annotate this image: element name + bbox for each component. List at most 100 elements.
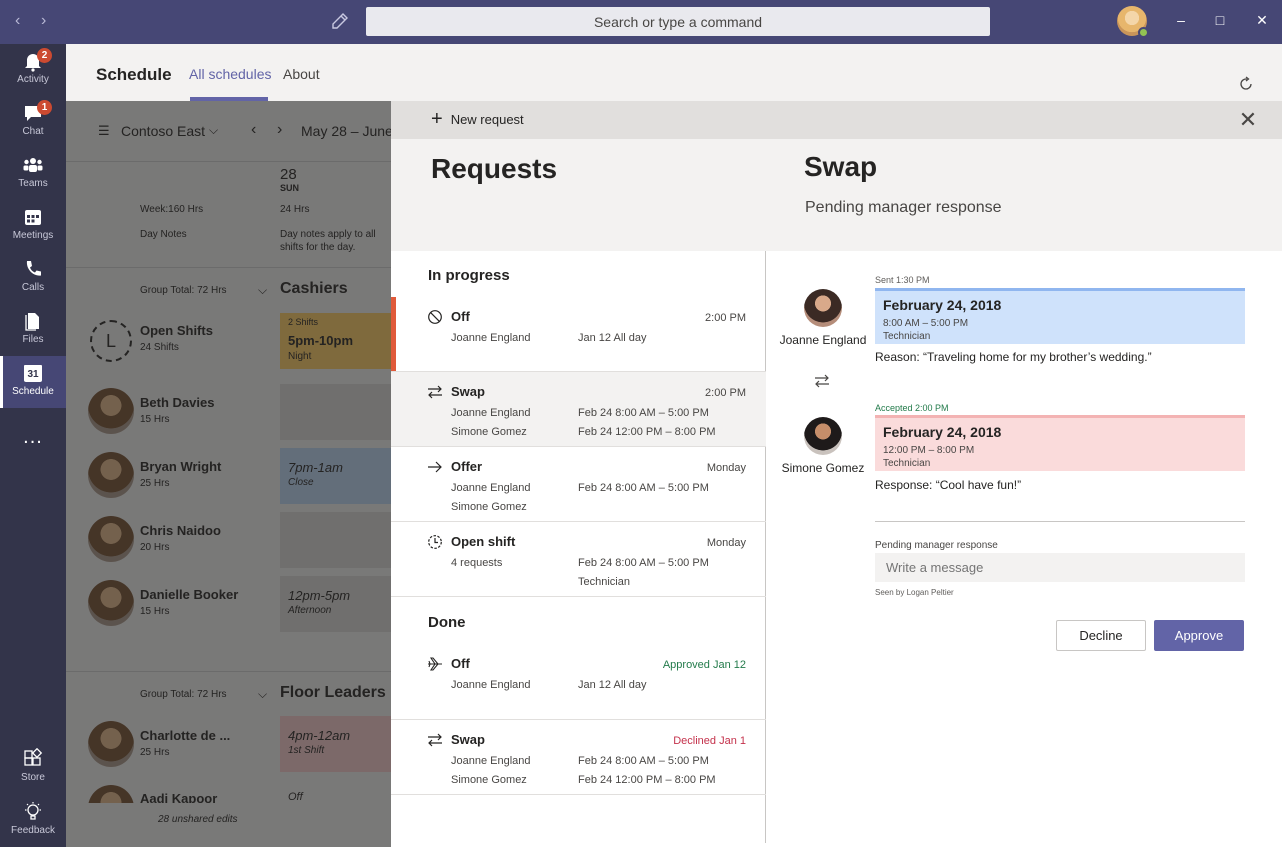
rail-label: Activity — [17, 74, 49, 85]
request-item[interactable]: Open shift Monday 4 requests Feb 24 8:00… — [391, 522, 766, 597]
request-when: Feb 24 12:00 PM – 8:00 PM — [578, 426, 716, 438]
app-header: Schedule All schedules About — [66, 44, 1282, 101]
request-person: Simone Gomez — [451, 501, 527, 513]
tab-all-schedules[interactable]: All schedules — [189, 66, 272, 82]
request-person: Joanne England — [451, 332, 531, 344]
plus-icon: + — [431, 108, 443, 130]
request-list: In progress Off 2:00 PM Joanne England J… — [391, 251, 766, 843]
request-count: 4 requests — [451, 557, 503, 569]
sender-name: Joanne England — [779, 333, 867, 347]
swap-reason: Reason: “Traveling home for my brother’s… — [875, 350, 1152, 364]
request-type: Offer — [451, 459, 483, 474]
maximize-icon[interactable]: □ — [1212, 12, 1228, 28]
file-icon — [25, 313, 39, 331]
decline-button[interactable]: Decline — [1056, 620, 1146, 651]
request-when: Feb 24 12:00 PM – 8:00 PM — [578, 774, 716, 786]
rail-item-activity[interactable]: Activity 2 — [0, 44, 66, 96]
status-label: Pending manager response — [875, 540, 998, 551]
tab-about[interactable]: About — [283, 66, 320, 82]
rail-item-schedule[interactable]: 31 Schedule — [0, 356, 66, 408]
panel-toolbar: + New request ✕ — [391, 101, 1282, 139]
shift-hours: 8:00 AM – 5:00 PM — [883, 318, 969, 329]
rail-item-files[interactable]: Files — [0, 304, 66, 356]
request-type: Swap — [451, 732, 485, 747]
rail-label: Feedback — [11, 825, 55, 836]
new-request-button[interactable]: + New request — [431, 108, 524, 130]
minimize-icon[interactable]: – — [1173, 12, 1189, 28]
forward-arrow-icon[interactable]: › — [41, 12, 46, 30]
activity-badge: 2 — [37, 48, 52, 63]
request-time: 2:00 PM — [705, 312, 746, 324]
request-item[interactable]: Off 2:00 PM Joanne England Jan 12 All da… — [391, 297, 766, 372]
chat-badge: 1 — [37, 100, 52, 115]
accepted-time: Accepted 2:00 PM — [875, 403, 949, 413]
rail-item-feedback[interactable]: Feedback — [0, 795, 66, 847]
store-icon — [24, 748, 43, 766]
request-person: Simone Gomez — [451, 774, 527, 786]
receiver-name: Simone Gomez — [781, 461, 865, 475]
request-item[interactable]: Swap 2:00 PM Joanne England Feb 24 8:00 … — [391, 372, 766, 447]
block-icon — [428, 310, 442, 324]
request-person: Joanne England — [451, 407, 531, 419]
rail-label: Chat — [22, 126, 44, 137]
request-type: Open shift — [451, 534, 516, 549]
request-item[interactable]: Offer Monday Joanne England Feb 24 8:00 … — [391, 447, 766, 522]
request-status-declined: Declined Jan 1 — [673, 735, 746, 747]
rail-label: Calls — [21, 282, 45, 293]
schedule-day: 31 — [27, 369, 39, 380]
request-when: Feb 24 8:00 AM – 5:00 PM — [578, 557, 709, 569]
new-request-label: New request — [450, 111, 524, 127]
request-person: Simone Gomez — [451, 426, 527, 438]
search-input[interactable]: Search or type a command — [366, 7, 990, 36]
swap-icon — [428, 733, 442, 747]
shift-date: February 24, 2018 — [883, 297, 1002, 313]
message-input[interactable] — [875, 553, 1245, 582]
shift-date: February 24, 2018 — [883, 424, 1002, 440]
request-when: Feb 24 8:00 AM – 5:00 PM — [578, 755, 709, 767]
sent-time: Sent 1:30 PM — [875, 275, 930, 285]
shift-card: February 24, 2018 8:00 AM – 5:00 PM Tech… — [875, 288, 1245, 344]
refresh-icon[interactable] — [1238, 76, 1254, 92]
compose-icon[interactable] — [330, 11, 350, 31]
app-title: Schedule — [96, 65, 172, 84]
swap-icon — [815, 374, 829, 388]
request-item[interactable]: Swap Declined Jan 1 Joanne England Feb 2… — [391, 720, 766, 795]
shift-role: Technician — [883, 458, 931, 469]
rail-label: Teams — [18, 178, 48, 189]
detail-status: Pending manager response — [805, 199, 1002, 216]
rail-item-meetings[interactable]: Meetings — [0, 200, 66, 252]
request-time: Monday — [706, 537, 746, 549]
shift-card: February 24, 2018 12:00 PM – 8:00 PM Tec… — [875, 415, 1245, 471]
divider — [875, 521, 1245, 522]
calendar-icon — [25, 210, 41, 225]
modal-overlay[interactable] — [66, 101, 391, 847]
request-person: Joanne England — [451, 755, 531, 767]
swap-response: Response: “Cool have fun!” — [875, 478, 1022, 492]
presence-available-icon — [1138, 27, 1149, 38]
seen-by: Seen by Logan Peltier — [875, 588, 954, 597]
request-time: 2:00 PM — [705, 387, 746, 399]
request-detail: Joanne England Sent 1:30 PM February 24,… — [767, 251, 1282, 843]
request-item[interactable]: Off Approved Jan 12 Joanne England Jan 1… — [391, 644, 766, 720]
rail-item-store[interactable]: Store — [0, 742, 66, 794]
more-apps-icon[interactable]: ... — [0, 426, 66, 449]
detail-title: Swap — [804, 151, 878, 182]
rail-item-calls[interactable]: Calls — [0, 252, 66, 304]
request-person: Joanne England — [451, 679, 531, 691]
close-window-icon[interactable]: ✕ — [1254, 12, 1270, 28]
rail-label: Schedule — [12, 386, 54, 397]
rail-label: Store — [21, 772, 45, 783]
request-person: Joanne England — [451, 482, 531, 494]
section-done: Done — [428, 614, 466, 631]
avatar — [804, 417, 842, 455]
request-status-approved: Approved Jan 12 — [662, 659, 746, 671]
avatar — [804, 289, 842, 327]
clock-dashed-icon — [428, 535, 442, 549]
close-icon[interactable]: ✕ — [1237, 109, 1259, 131]
rail-item-teams[interactable]: Teams — [0, 148, 66, 200]
back-arrow-icon[interactable]: ‹ — [15, 12, 20, 30]
phone-icon — [26, 261, 41, 276]
rail-item-chat[interactable]: Chat 1 — [0, 96, 66, 148]
shift-role: Technician — [883, 331, 931, 342]
approve-button[interactable]: Approve — [1154, 620, 1244, 651]
